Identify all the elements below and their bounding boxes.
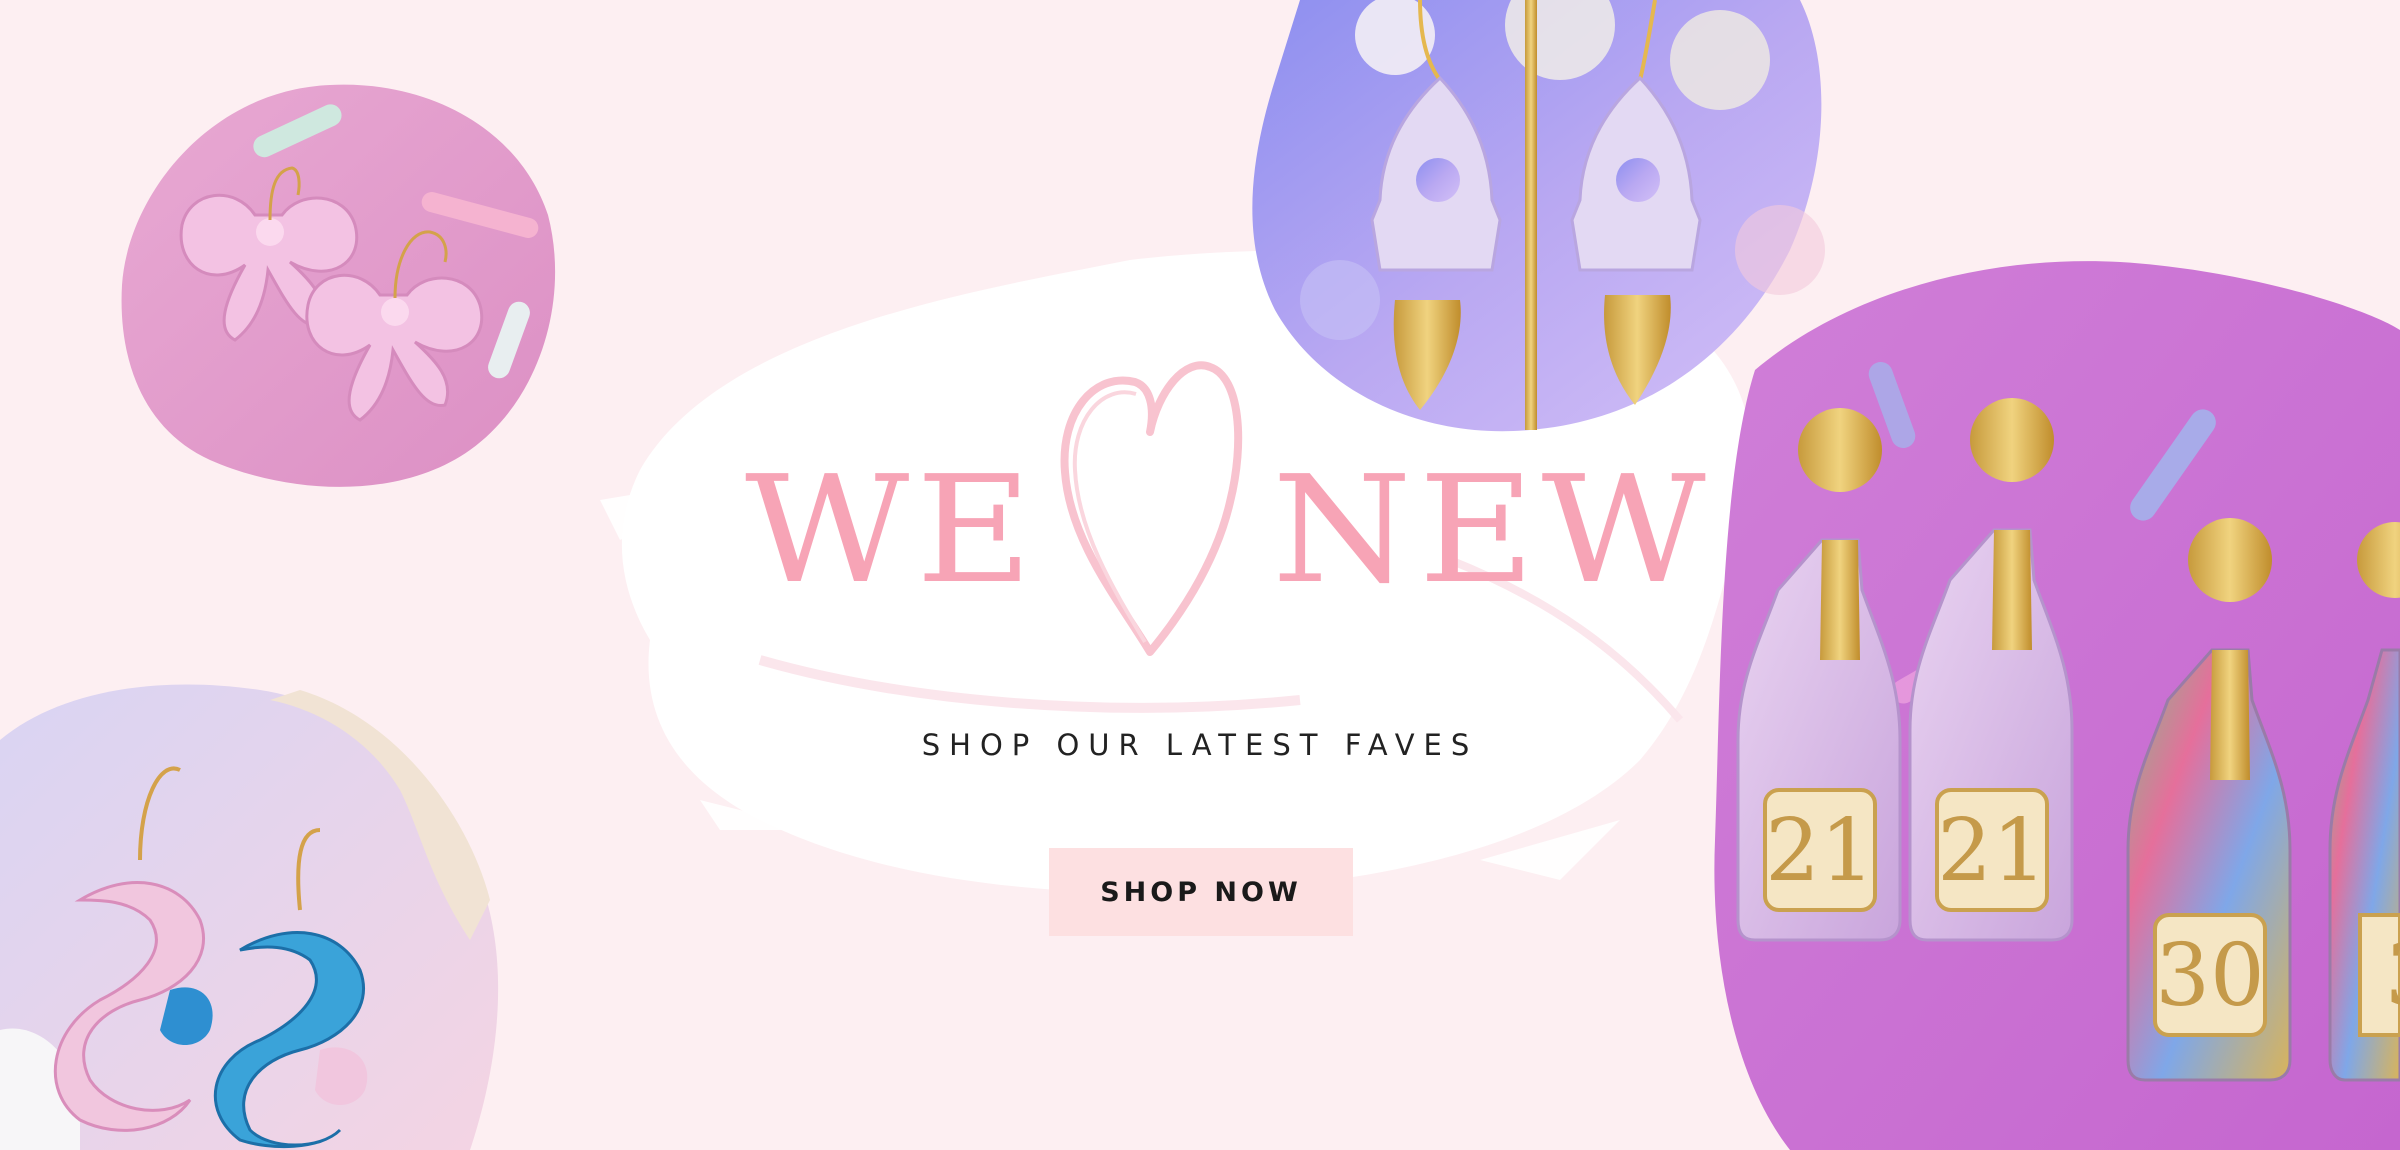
hero-subheading: SHOP OUR LATEST FAVES [921,728,1479,762]
champagne-earrings-photo [1714,261,2400,1150]
rocket-earrings-photo [1252,0,1825,432]
hero-headline: WE NEW [0,450,2400,610]
shop-now-button[interactable]: SHOP NOW [1049,848,1353,936]
bow-earrings-photo [121,84,556,487]
hero-banner[interactable]: WE NEW SHOP OUR LATEST FAVES SHOP NOW 21… [0,0,2400,1150]
headline-new: NEW [1272,444,1713,616]
headline-we: WE [745,444,1039,616]
